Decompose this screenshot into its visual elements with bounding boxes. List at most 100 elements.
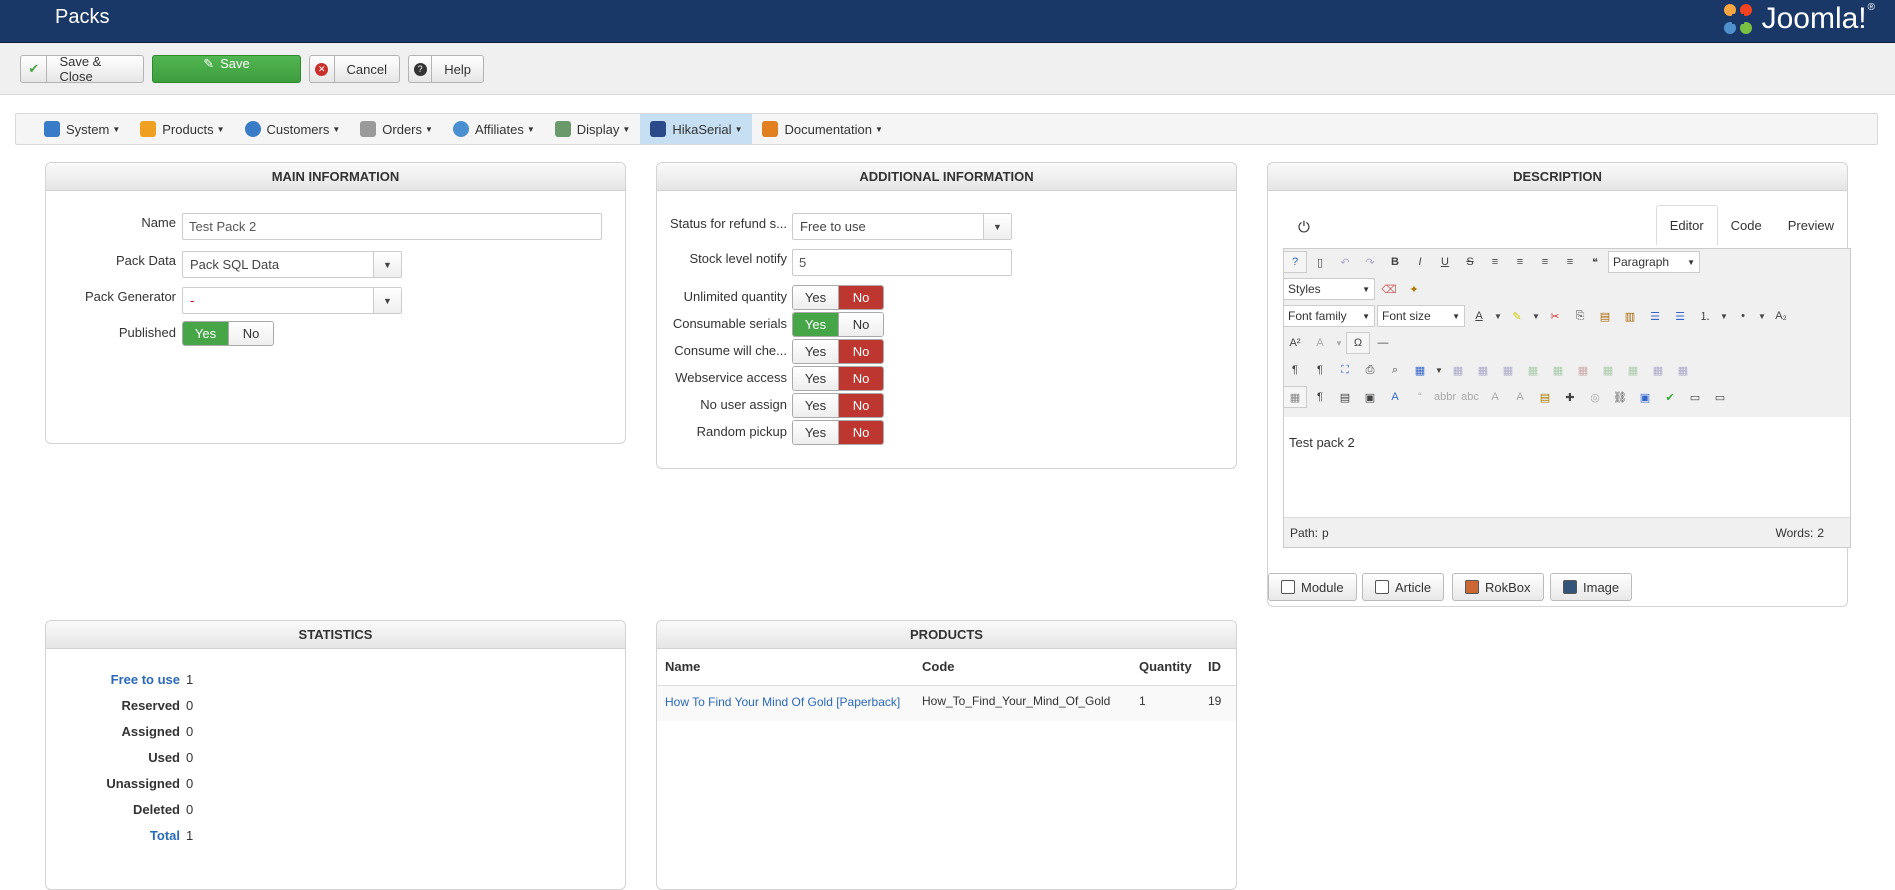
help-button[interactable]: ? Help [408, 55, 484, 83]
toggle-yes[interactable]: Yes [793, 286, 838, 309]
font-size-select[interactable]: Font size ▼ [1377, 305, 1465, 327]
chevron-down-icon[interactable]: ▼ [1433, 359, 1445, 381]
clean-icon[interactable]: ✦ [1402, 278, 1426, 300]
ltr-icon[interactable]: ¶ [1283, 359, 1307, 381]
menu-affiliates[interactable]: Affiliates ▼ [443, 114, 545, 144]
indent-icon[interactable]: ☰ [1643, 305, 1667, 327]
stock-level-input[interactable]: 5 [792, 249, 1012, 276]
published-yes[interactable]: Yes [183, 322, 228, 345]
align-center-icon[interactable]: ≡ [1508, 251, 1532, 273]
save-button[interactable]: ✎ Save [152, 55, 301, 83]
col-after-icon[interactable]: ▦ [1621, 359, 1645, 381]
save-close-button[interactable]: ✔ Save & Close [20, 54, 144, 84]
delete-col-icon[interactable]: ▦ [1646, 359, 1670, 381]
tab-code[interactable]: Code [1718, 205, 1775, 245]
copy-icon[interactable]: ⎘ [1568, 305, 1592, 327]
chevron-down-icon[interactable]: ▼ [1492, 305, 1504, 327]
styles-select[interactable]: Styles ▼ [1283, 278, 1375, 300]
toggle-yes[interactable]: Yes [793, 394, 838, 417]
readmore-icon[interactable]: ▭ [1708, 386, 1732, 408]
toggle-no[interactable]: No [838, 313, 883, 336]
format-select[interactable]: Paragraph ▼ [1608, 251, 1700, 273]
name-input[interactable]: Test Pack 2 [182, 213, 602, 240]
toggle-no[interactable]: No [838, 340, 883, 363]
template-icon[interactable]: ▤ [1333, 386, 1357, 408]
row-after-icon[interactable]: ▦ [1546, 359, 1570, 381]
product-name-link[interactable]: How To Find Your Mind Of Gold [Paperback… [665, 695, 900, 709]
redo-icon[interactable]: ↷ [1358, 251, 1382, 273]
menu-hikaserial[interactable]: HikaSerial ▼ [640, 114, 753, 144]
row-before-icon[interactable]: ▦ [1521, 359, 1545, 381]
blockquote-icon[interactable]: ❝ [1583, 251, 1607, 273]
eraser-icon[interactable]: ⌫ [1377, 278, 1401, 300]
editor-content[interactable]: Test pack 2 [1284, 417, 1850, 517]
image-button[interactable]: Image [1550, 573, 1633, 601]
outdent-icon[interactable]: ☰ [1668, 305, 1692, 327]
character-map-icon[interactable]: A [1308, 332, 1332, 354]
toggle-no[interactable]: No [838, 394, 883, 417]
tab-editor[interactable]: Editor [1655, 205, 1718, 245]
del-icon[interactable]: A [1483, 386, 1507, 408]
col-before-icon[interactable]: ▦ [1596, 359, 1620, 381]
toggle-yes[interactable]: Yes [793, 421, 838, 444]
consume-check-toggle[interactable]: Yes No [792, 339, 884, 364]
column-header-name[interactable]: Name [657, 649, 922, 685]
font-family-select[interactable]: Font family ▼ [1283, 305, 1375, 327]
paste-icon[interactable]: ▤ [1593, 305, 1617, 327]
media-icon[interactable]: ▣ [1358, 386, 1382, 408]
bold-icon[interactable]: B [1383, 251, 1407, 273]
search-replace-icon[interactable]: ⌕ [1383, 359, 1407, 381]
paste-text-icon[interactable]: ▥ [1618, 305, 1642, 327]
undo-icon[interactable]: ↶ [1333, 251, 1357, 273]
align-justify-icon[interactable]: ≡ [1483, 251, 1507, 273]
spellcheck-icon[interactable]: ✔ [1658, 386, 1682, 408]
cell-props-icon[interactable]: ▦ [1496, 359, 1520, 381]
menu-products[interactable]: Products ▼ [130, 114, 234, 144]
cancel-button[interactable]: ✕ Cancel [309, 55, 400, 83]
chevron-down-icon[interactable]: ▼ [1530, 305, 1542, 327]
no-user-assign-toggle[interactable]: Yes No [792, 393, 884, 418]
status-refund-select[interactable]: Free to use ▼ [792, 213, 1012, 240]
new-document-icon[interactable]: ▯ [1308, 251, 1332, 273]
pagebreak-icon[interactable]: ▭ [1683, 386, 1707, 408]
bullet-list-icon[interactable]: • [1731, 305, 1755, 327]
help-icon[interactable]: ? [1283, 251, 1307, 273]
subscript-icon[interactable]: A₂ [1769, 305, 1793, 327]
stat-label-link[interactable]: Total [46, 828, 186, 843]
cut-icon[interactable]: ✂ [1543, 305, 1567, 327]
menu-display[interactable]: Display ▼ [545, 114, 641, 144]
delete-row-icon[interactable]: ▦ [1571, 359, 1595, 381]
published-no[interactable]: No [228, 322, 273, 345]
strikethrough-icon[interactable]: S [1458, 251, 1482, 273]
print-icon[interactable]: ⎙ [1358, 359, 1382, 381]
text-color-icon[interactable]: A [1467, 305, 1491, 327]
toggle-no[interactable]: No [838, 421, 883, 444]
superscript-icon[interactable]: A² [1283, 332, 1307, 354]
move-layer-icon[interactable]: ◎ [1583, 386, 1607, 408]
published-toggle[interactable]: Yes No [182, 321, 274, 346]
image-icon[interactable]: ▣ [1633, 386, 1657, 408]
toggle-no[interactable]: No [838, 286, 883, 309]
chevron-down-icon[interactable]: ▼ [1756, 305, 1768, 327]
menu-customers[interactable]: Customers ▼ [235, 114, 351, 144]
consumable-serials-toggle[interactable]: Yes No [792, 312, 884, 337]
tab-preview[interactable]: Preview [1775, 205, 1847, 245]
chevron-down-icon[interactable]: ▼ [1718, 305, 1730, 327]
numbered-list-icon[interactable]: ⒈ [1693, 305, 1717, 327]
cite-icon[interactable]: “ [1408, 386, 1432, 408]
align-right-icon[interactable]: ≡ [1558, 251, 1582, 273]
toggle-no[interactable]: No [838, 367, 883, 390]
italic-icon[interactable]: I [1408, 251, 1432, 273]
stat-label-link[interactable]: Free to use [46, 672, 186, 687]
attribs-icon[interactable]: ▤ [1533, 386, 1557, 408]
chevron-down-icon[interactable]: ▼ [1333, 332, 1345, 354]
toggle-yes[interactable]: Yes [793, 367, 838, 390]
random-pickup-toggle[interactable]: Yes No [792, 420, 884, 445]
menu-documentation[interactable]: Documentation ▼ [752, 114, 892, 144]
menu-orders[interactable]: Orders ▼ [350, 114, 443, 144]
show-blocks-icon[interactable]: ¶ [1308, 386, 1332, 408]
joomla-logo[interactable]: Joomla! ® [1718, 0, 1875, 38]
unlimited-quantity-toggle[interactable]: Yes No [792, 285, 884, 310]
table-props-icon[interactable]: ▦ [1446, 359, 1470, 381]
horizontal-rule-icon[interactable]: — [1371, 332, 1395, 354]
